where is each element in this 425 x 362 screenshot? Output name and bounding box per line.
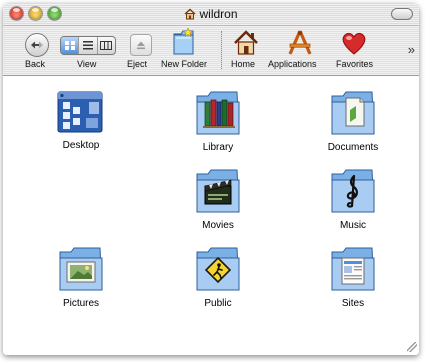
folder-item-sites[interactable]: Sites: [303, 244, 403, 309]
folder-content: Desktop Library Documents Movies Music P…: [3, 76, 419, 355]
folder-item-music[interactable]: Music: [303, 166, 403, 231]
new-folder-label: New Folder: [161, 59, 208, 69]
eject-button[interactable]: [130, 34, 152, 56]
folder-item-desktop[interactable]: Desktop: [31, 88, 131, 151]
folder-label-movies: Movies: [202, 220, 234, 231]
folder-label-sites: Sites: [341, 298, 365, 309]
folder-item-pictures[interactable]: Pictures: [31, 244, 131, 309]
column-view-icon: [100, 41, 113, 50]
folder-item-movies[interactable]: Movies: [168, 166, 268, 231]
column-view-button[interactable]: [98, 37, 115, 54]
folder-label-music: Music: [339, 220, 367, 231]
list-view-button[interactable]: [79, 37, 98, 54]
favorites-label: Favorites: [336, 59, 374, 69]
folder-label-public: Public: [204, 298, 232, 309]
sites-folder-icon: [331, 247, 375, 291]
folder-item-public[interactable]: Public: [168, 244, 268, 309]
list-view-icon: [82, 41, 93, 50]
applications-button[interactable]: [286, 28, 314, 63]
icon-view-icon: [64, 41, 75, 50]
documents-folder-icon: [331, 91, 375, 135]
desktop-folder-icon: [57, 91, 103, 133]
folder-item-library[interactable]: Library: [168, 88, 268, 153]
folder-label-documents: Documents: [327, 142, 379, 153]
applications-label: Applications: [268, 59, 317, 69]
home-label: Home: [231, 59, 256, 69]
toolbar-separator: [221, 31, 222, 69]
heart-icon: [342, 32, 366, 55]
applications-icon: [288, 30, 312, 55]
back-label: Back: [25, 59, 46, 69]
toolbar: Back View Eject New Folder Home Applicat…: [3, 26, 419, 76]
home-icon: [234, 30, 258, 55]
folder-item-documents[interactable]: Documents: [303, 88, 403, 153]
icon-view-button[interactable]: [61, 37, 80, 54]
toolbar-overflow-button[interactable]: »: [408, 42, 415, 57]
library-folder-icon: [196, 91, 240, 135]
title-bar[interactable]: wildron: [3, 3, 419, 26]
new-folder-icon: [173, 27, 194, 55]
back-arrow-icon: [31, 41, 43, 49]
view-segmented-control[interactable]: [60, 36, 116, 55]
folder-label-desktop: Desktop: [62, 140, 100, 151]
pictures-folder-icon: [59, 247, 103, 291]
resize-grip[interactable]: [407, 342, 417, 352]
movies-folder-icon: [196, 169, 240, 213]
favorites-button[interactable]: [340, 28, 368, 63]
finder-window: wildron Back View Eject New Folder Home …: [3, 3, 419, 355]
eject-icon: [137, 41, 145, 50]
new-folder-button[interactable]: [171, 27, 197, 63]
music-folder-icon: [331, 169, 375, 213]
toolbar-toggle-button[interactable]: [391, 8, 413, 20]
folder-label-library: Library: [202, 142, 234, 153]
view-label: View: [77, 59, 97, 69]
window-title-text: wildron: [199, 7, 238, 21]
home-icon: [184, 8, 196, 20]
eject-label: Eject: [127, 59, 148, 69]
folder-label-pictures: Pictures: [62, 298, 100, 309]
public-folder-icon: [196, 247, 240, 291]
window-title: wildron: [3, 7, 419, 21]
home-button[interactable]: [233, 28, 259, 63]
back-button[interactable]: [25, 33, 49, 57]
